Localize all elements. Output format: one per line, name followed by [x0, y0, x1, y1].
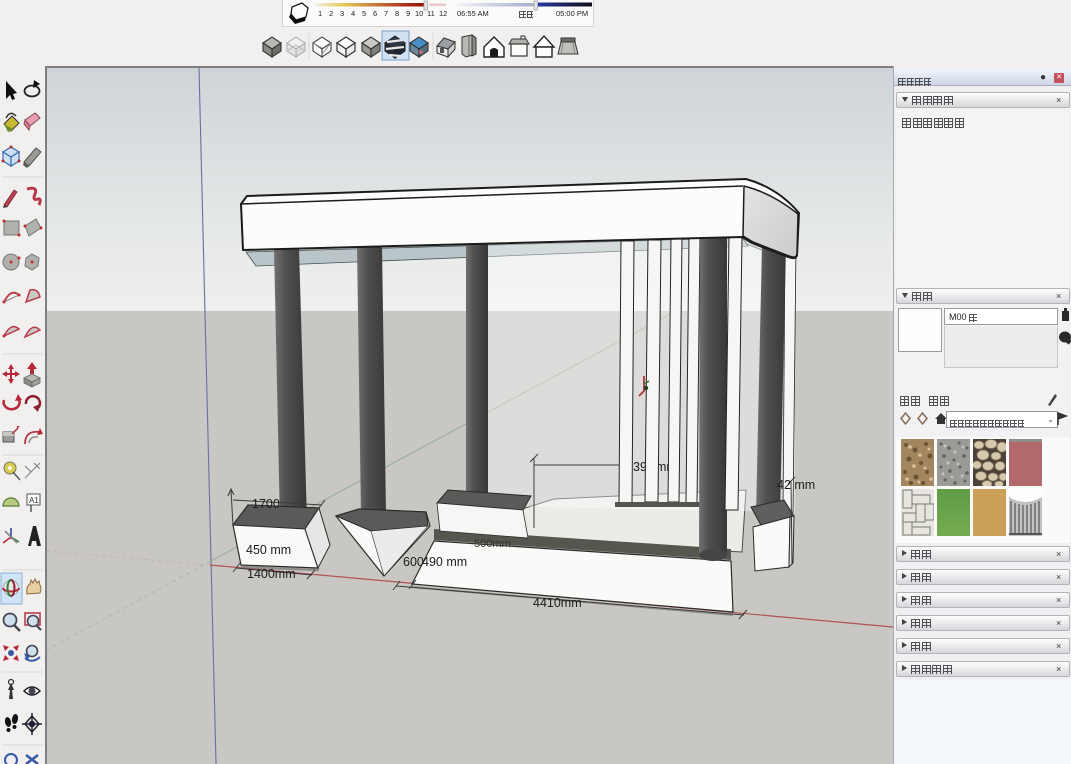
svg-text:490 mm: 490 mm	[422, 555, 467, 569]
svg-text:4410mm: 4410mm	[533, 596, 582, 610]
svg-text:42 mm: 42 mm	[777, 478, 815, 492]
svg-text:450 mm: 450 mm	[246, 543, 291, 557]
svg-text:500mm: 500mm	[474, 538, 511, 550]
svg-text:1700: 1700	[252, 497, 280, 511]
svg-text:1400mm: 1400mm	[247, 567, 296, 581]
svg-text:A1: A1	[29, 496, 39, 505]
svg-text:600: 600	[403, 555, 424, 569]
